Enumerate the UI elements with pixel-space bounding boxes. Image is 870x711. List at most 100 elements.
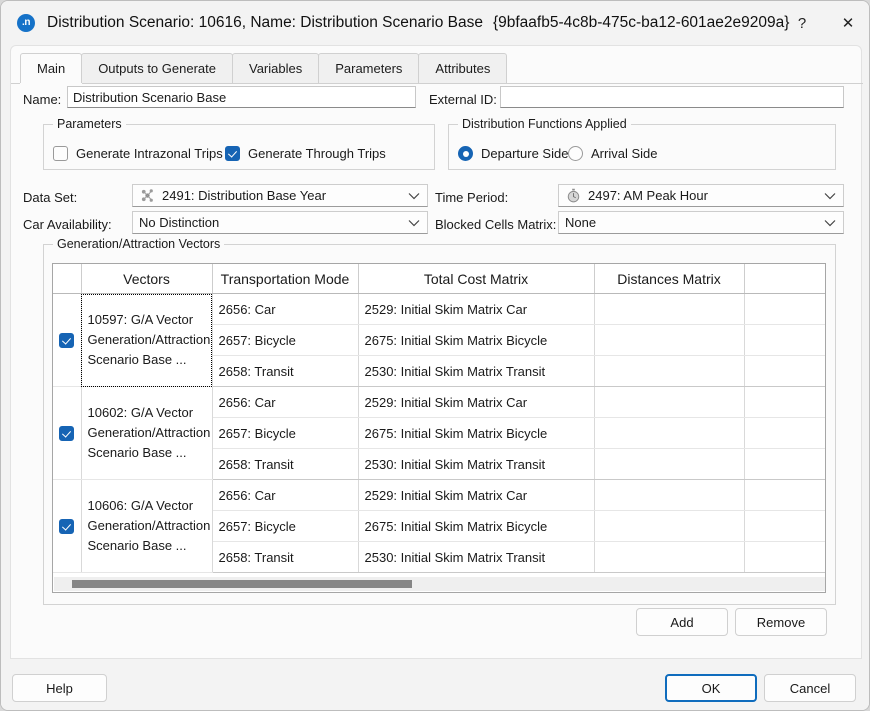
tab-parameters[interactable]: Parameters — [318, 53, 419, 83]
help-titlebar-button[interactable]: ? — [779, 1, 825, 45]
generate-intrazonal-trips-checkbox[interactable] — [53, 146, 68, 161]
generate-intrazonal-trips-checkbox-row[interactable]: Generate Intrazonal Trips — [53, 146, 223, 161]
remove-button[interactable]: Remove — [735, 608, 827, 636]
car-availability-label: Car Availability: — [23, 217, 112, 232]
data-set-label: Data Set: — [23, 190, 77, 205]
tab-main[interactable]: Main — [20, 53, 82, 83]
blocked-cells-matrix-combobox[interactable]: None — [558, 211, 844, 234]
header-total-cost-matrix[interactable]: Total Cost Matrix — [358, 264, 594, 294]
arrival-side-radio-row[interactable]: Arrival Side — [568, 146, 657, 161]
travel-time-cell[interactable] — [744, 542, 826, 573]
title-bar-buttons: ? ✕ — [779, 1, 870, 45]
blocked-cells-matrix-value: None — [565, 215, 819, 230]
total-cost-matrix-cell[interactable]: 2530: Initial Skim Matrix Transit — [358, 542, 594, 573]
travel-time-cell[interactable] — [744, 449, 826, 480]
data-set-combobox[interactable]: 2491: Distribution Base Year — [132, 184, 428, 207]
header-travel-time[interactable]: Travel Time — [744, 264, 826, 294]
total-cost-matrix-cell[interactable]: 2530: Initial Skim Matrix Transit — [358, 356, 594, 387]
transportation-mode-cell[interactable]: 2657: Bicycle — [212, 511, 358, 542]
total-cost-matrix-cell[interactable]: 2529: Initial Skim Matrix Car — [358, 387, 594, 418]
total-cost-matrix-cell[interactable]: 2529: Initial Skim Matrix Car — [358, 294, 594, 325]
generate-through-trips-checkbox[interactable] — [225, 146, 240, 161]
transportation-mode-cell[interactable]: 2657: Bicycle — [212, 418, 358, 449]
departure-side-radio[interactable] — [458, 146, 473, 161]
total-cost-matrix-cell[interactable]: 2529: Initial Skim Matrix Car — [358, 480, 594, 511]
row-checkbox-cell[interactable] — [53, 480, 81, 573]
vector-row-checkbox[interactable] — [59, 426, 74, 441]
transportation-mode-cell[interactable]: 2658: Transit — [212, 356, 358, 387]
name-label: Name: — [23, 92, 61, 107]
close-icon[interactable]: ✕ — [825, 1, 870, 45]
chevron-down-icon[interactable] — [403, 219, 425, 227]
distances-matrix-cell[interactable] — [594, 356, 744, 387]
travel-time-cell[interactable] — [744, 480, 826, 511]
generate-through-trips-checkbox-row[interactable]: Generate Through Trips — [225, 146, 386, 161]
distances-matrix-cell[interactable] — [594, 449, 744, 480]
vectors-table: Vectors Transportation Mode Total Cost M… — [52, 263, 826, 593]
header-distances-matrix[interactable]: Distances Matrix — [594, 264, 744, 294]
header-transportation-mode[interactable]: Transportation Mode — [212, 264, 358, 294]
total-cost-matrix-cell[interactable]: 2675: Initial Skim Matrix Bicycle — [358, 325, 594, 356]
table-row[interactable]: 10602: G/A Vector Generation/Attraction … — [53, 387, 826, 418]
window-title: Distribution Scenario: 10616, Name: Dist… — [47, 14, 483, 32]
travel-time-cell[interactable] — [744, 511, 826, 542]
tab-outputs-to-generate[interactable]: Outputs to Generate — [81, 53, 233, 83]
travel-time-cell[interactable] — [744, 356, 826, 387]
tab-attributes[interactable]: Attributes — [418, 53, 507, 83]
vector-row-checkbox[interactable] — [59, 333, 74, 348]
distances-matrix-cell[interactable] — [594, 325, 744, 356]
add-button[interactable]: Add — [636, 608, 728, 636]
total-cost-matrix-cell[interactable]: 2675: Initial Skim Matrix Bicycle — [358, 418, 594, 449]
transportation-mode-cell[interactable]: 2656: Car — [212, 387, 358, 418]
travel-time-cell[interactable] — [744, 294, 826, 325]
travel-time-cell[interactable] — [744, 325, 826, 356]
distances-matrix-cell[interactable] — [594, 542, 744, 573]
ok-button[interactable]: OK — [665, 674, 757, 702]
distances-matrix-cell[interactable] — [594, 480, 744, 511]
tab-strip: Main Outputs to Generate Variables Param… — [11, 54, 863, 84]
departure-side-radio-row[interactable]: Departure Side — [458, 146, 568, 161]
row-checkbox-cell[interactable] — [53, 294, 81, 387]
network-node-icon — [139, 187, 156, 204]
chevron-down-icon[interactable] — [819, 192, 841, 200]
external-id-label: External ID: — [429, 92, 497, 107]
vector-row-checkbox[interactable] — [59, 519, 74, 534]
dialog-footer: Help OK Cancel — [1, 659, 870, 711]
total-cost-matrix-cell[interactable]: 2530: Initial Skim Matrix Transit — [358, 449, 594, 480]
cancel-button[interactable]: Cancel — [764, 674, 856, 702]
transportation-mode-cell[interactable]: 2658: Transit — [212, 449, 358, 480]
table-scrollbar-thumb[interactable] — [72, 580, 412, 588]
vector-name-cell[interactable]: 10597: G/A Vector Generation/Attraction … — [81, 294, 212, 387]
vector-name-cell[interactable]: 10602: G/A Vector Generation/Attraction … — [81, 387, 212, 480]
distances-matrix-cell[interactable] — [594, 511, 744, 542]
transportation-mode-cell[interactable]: 2657: Bicycle — [212, 325, 358, 356]
transportation-mode-cell[interactable]: 2658: Transit — [212, 542, 358, 573]
help-button[interactable]: Help — [12, 674, 107, 702]
car-availability-combobox[interactable]: No Distinction — [132, 211, 428, 234]
header-vectors[interactable]: Vectors — [81, 264, 212, 294]
table-row[interactable]: 10597: G/A Vector Generation/Attraction … — [53, 294, 826, 325]
travel-time-cell[interactable] — [744, 387, 826, 418]
transportation-mode-cell[interactable]: 2656: Car — [212, 480, 358, 511]
row-checkbox-cell[interactable] — [53, 387, 81, 480]
travel-time-cell[interactable] — [744, 418, 826, 449]
table-horizontal-scrollbar[interactable] — [54, 577, 826, 591]
vector-name-cell[interactable]: 10606: G/A Vector Generation/Attraction … — [81, 480, 212, 573]
distances-matrix-cell[interactable] — [594, 294, 744, 325]
transportation-mode-cell[interactable]: 2656: Car — [212, 294, 358, 325]
total-cost-matrix-cell[interactable]: 2675: Initial Skim Matrix Bicycle — [358, 511, 594, 542]
chevron-down-icon[interactable] — [403, 192, 425, 200]
chevron-down-icon[interactable] — [819, 219, 841, 227]
arrival-side-radio[interactable] — [568, 146, 583, 161]
blocked-cells-matrix-label: Blocked Cells Matrix: — [435, 217, 556, 232]
time-period-combobox[interactable]: 2497: AM Peak Hour — [558, 184, 844, 207]
tab-variables[interactable]: Variables — [232, 53, 319, 83]
stopwatch-icon — [565, 187, 582, 204]
table-row[interactable]: 10606: G/A Vector Generation/Attraction … — [53, 480, 826, 511]
window-guid: {9bfaafb5-4c8b-475c-ba12-601ae2e9209a} — [493, 14, 789, 32]
vectors-grid: Vectors Transportation Mode Total Cost M… — [53, 264, 826, 593]
distances-matrix-cell[interactable] — [594, 418, 744, 449]
name-input[interactable] — [67, 86, 416, 108]
distances-matrix-cell[interactable] — [594, 387, 744, 418]
external-id-input[interactable] — [500, 86, 844, 108]
